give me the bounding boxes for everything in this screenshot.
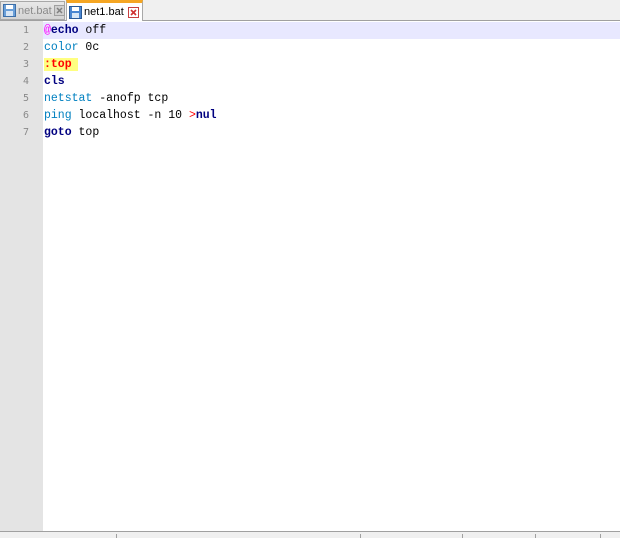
- command: netstat: [44, 92, 93, 105]
- keyword: nul: [195, 109, 217, 122]
- code-line-6[interactable]: ping localhost -n 10 >nul: [44, 107, 217, 124]
- command: ping: [44, 109, 72, 122]
- batch-label: :top: [44, 58, 78, 71]
- redirect-operator: >: [188, 109, 196, 122]
- tab-net1-bat[interactable]: net1.bat: [66, 0, 143, 21]
- status-separator: [360, 534, 361, 538]
- code-line-1[interactable]: @echo off: [44, 22, 106, 39]
- status-separator: [462, 534, 463, 538]
- status-separator: [535, 534, 536, 538]
- keyword: cls: [44, 75, 65, 88]
- close-icon[interactable]: [128, 6, 139, 18]
- at-sign: @: [44, 24, 51, 37]
- status-separator: [116, 534, 117, 538]
- code-text: 0c: [78, 41, 100, 54]
- keyword: echo: [50, 24, 79, 37]
- code-text: localhost -n 10: [71, 109, 189, 122]
- command: color: [44, 41, 79, 54]
- floppy-disk-icon: [69, 5, 82, 19]
- line-number: 4: [22, 76, 29, 87]
- line-number: 7: [22, 127, 29, 138]
- tab-label: net.bat: [18, 4, 52, 17]
- tab-bar: net.bat net1.bat: [0, 0, 620, 21]
- tab-net-bat[interactable]: net.bat: [0, 1, 65, 20]
- status-separator: [600, 534, 601, 538]
- code-text: off: [78, 24, 107, 37]
- code-line-2[interactable]: color 0c: [44, 39, 99, 56]
- current-line-highlight: [43, 22, 620, 39]
- code-line-4[interactable]: cls: [44, 73, 65, 90]
- line-number: 3: [22, 59, 29, 70]
- keyword: goto: [44, 126, 72, 139]
- code-line-7[interactable]: goto top: [44, 124, 99, 141]
- tab-label: net1.bat: [84, 6, 124, 18]
- line-number: 6: [22, 110, 29, 121]
- floppy-disk-icon: [3, 4, 16, 17]
- line-number: 1: [22, 25, 29, 36]
- code-line-3[interactable]: :top: [44, 56, 78, 73]
- code-editor[interactable]: 1 2 3 4 5 6 7 @echo off color 0c :top cl…: [0, 21, 620, 531]
- close-icon[interactable]: [53, 5, 65, 16]
- code-text: top: [71, 126, 100, 139]
- code-text: -anofp tcp: [92, 92, 169, 105]
- code-line-5[interactable]: netstat -anofp tcp: [44, 90, 168, 107]
- line-number: 5: [22, 93, 29, 104]
- status-bar: [0, 531, 620, 538]
- line-number-gutter: 1 2 3 4 5 6 7: [0, 21, 43, 531]
- line-number: 2: [22, 42, 29, 53]
